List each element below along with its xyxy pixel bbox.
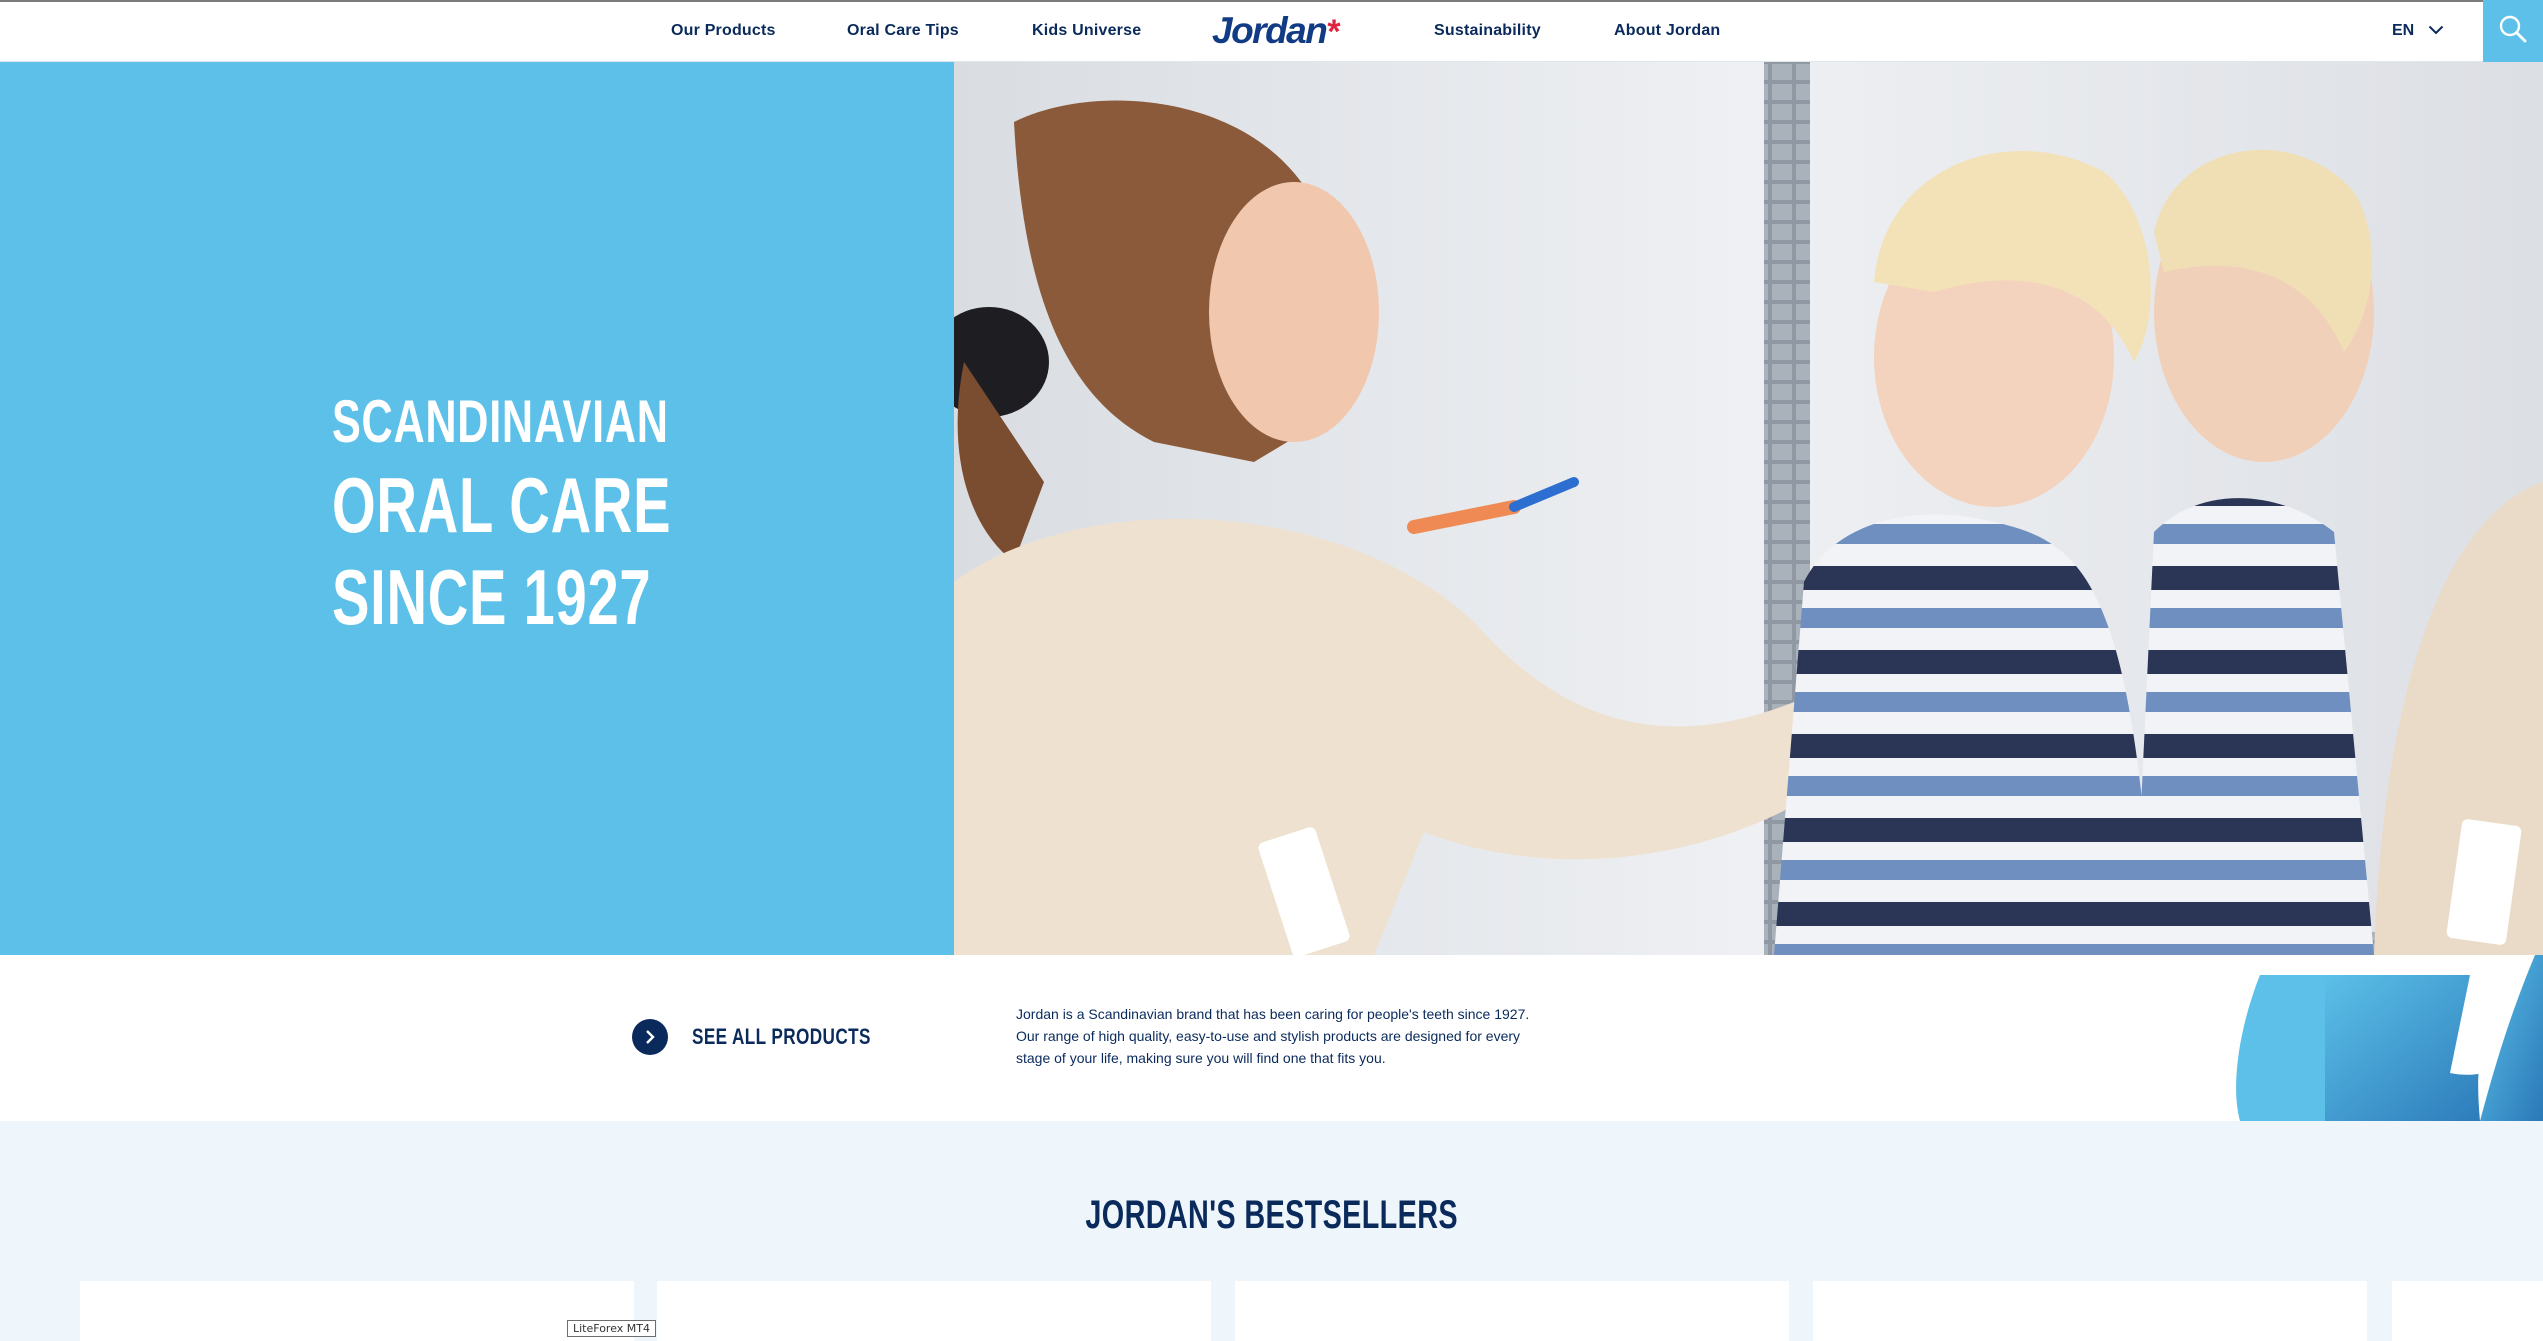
product-card[interactable]: [2392, 1281, 2543, 1341]
site-header: Our Products Oral Care Tips Kids Univers…: [0, 0, 2543, 63]
chevron-down-icon: [2428, 22, 2444, 40]
product-card[interactable]: [657, 1281, 1211, 1341]
product-card[interactable]: [80, 1281, 634, 1341]
see-all-products-label: SEE ALL PRODUCTS: [692, 1024, 871, 1049]
hero-headline: SCANDINAVIAN ORAL CARE SINCE 1927: [332, 388, 672, 641]
intro-line-3: stage of your life, making sure you will…: [1016, 1050, 1386, 1066]
toothbrush-graphic: [2236, 955, 2543, 1121]
intro-line-1: Jordan is a Scandinavian brand that has …: [1016, 1006, 1530, 1022]
search-button[interactable]: [2483, 0, 2543, 63]
language-label: EN: [2392, 22, 2415, 39]
hero-line-1: SCANDINAVIAN: [332, 388, 669, 455]
nav-sustainability[interactable]: Sustainability: [1434, 22, 1541, 40]
chevron-right-icon: [632, 1019, 668, 1055]
tooltip: LiteForex MT4: [567, 1320, 656, 1337]
product-card[interactable]: [1813, 1281, 2367, 1341]
hero-image-illustration: [954, 62, 2543, 955]
intro-section: SEE ALL PRODUCTS Jordan is a Scandinavia…: [0, 955, 2543, 1121]
language-selector[interactable]: EN: [2392, 22, 2444, 40]
see-all-products-link[interactable]: SEE ALL PRODUCTS: [632, 1019, 921, 1055]
logo-asterisk: *: [1327, 13, 1341, 51]
bestsellers-section: JORDAN'S BESTSELLERS: [0, 1121, 2543, 1341]
nav-about-jordan[interactable]: About Jordan: [1614, 22, 1720, 40]
nav-oral-care-tips[interactable]: Oral Care Tips: [847, 22, 959, 40]
hero-image: [954, 62, 2543, 955]
jordan-logo[interactable]: Jordan *: [1212, 10, 1341, 54]
hero-line-3: SINCE 1927: [332, 553, 652, 641]
hero-panel: SCANDINAVIAN ORAL CARE SINCE 1927: [0, 62, 954, 955]
search-icon: [2498, 14, 2528, 49]
intro-description: Jordan is a Scandinavian brand that has …: [1016, 1003, 1556, 1069]
intro-line-2: Our range of high quality, easy-to-use a…: [1016, 1028, 1521, 1044]
page: Our Products Oral Care Tips Kids Univers…: [0, 0, 2543, 1341]
nav-kids-universe[interactable]: Kids Universe: [1032, 22, 1141, 40]
nav-our-products[interactable]: Our Products: [671, 22, 776, 40]
bestsellers-title-text: JORDAN'S BESTSELLERS: [1085, 1193, 1458, 1237]
bestsellers-title: JORDAN'S BESTSELLERS: [0, 1193, 2543, 1238]
hero-line-2: ORAL CARE: [332, 461, 672, 549]
logo-wordmark: Jordan: [1212, 10, 1328, 51]
product-card[interactable]: [1235, 1281, 1789, 1341]
